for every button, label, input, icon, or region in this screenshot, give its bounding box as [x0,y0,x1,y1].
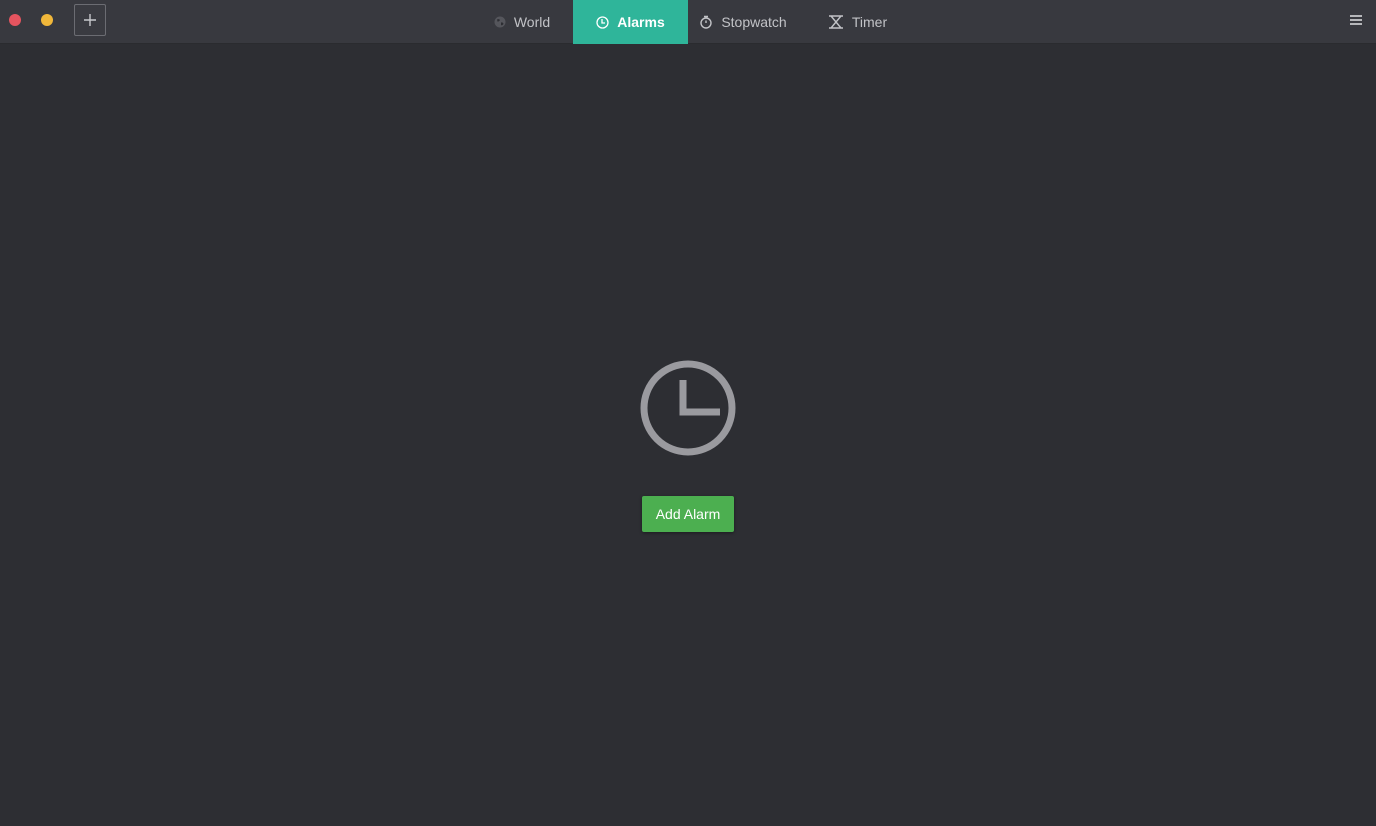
hamburger-menu-icon[interactable] [1350,14,1362,26]
tab-alarms[interactable]: Alarms [573,0,688,44]
minimize-window-button[interactable] [41,14,53,26]
headerbar: World Alarms Stopwatch Timer [0,0,1376,44]
stopwatch-icon [700,15,713,29]
new-alarm-button[interactable] [74,4,106,36]
tab-world[interactable]: World [472,0,572,44]
alarms-empty-state: Add Alarm [0,44,1376,826]
tab-timer[interactable]: Timer [815,0,900,44]
plus-icon [84,14,96,26]
tab-label: World [513,14,551,30]
add-alarm-button[interactable]: Add Alarm [642,496,734,532]
tab-label: Stopwatch [721,14,787,30]
clock-icon [640,360,736,456]
close-window-button[interactable] [9,14,21,26]
tab-label: Timer [851,14,888,30]
clocks-window: World Alarms Stopwatch Timer Add Alarm [0,0,1376,826]
tab-stopwatch[interactable]: Stopwatch [688,0,798,44]
hourglass-icon [828,15,843,29]
clock-icon [596,15,609,29]
tab-label: Alarms [617,14,665,30]
globe-icon [494,16,506,28]
